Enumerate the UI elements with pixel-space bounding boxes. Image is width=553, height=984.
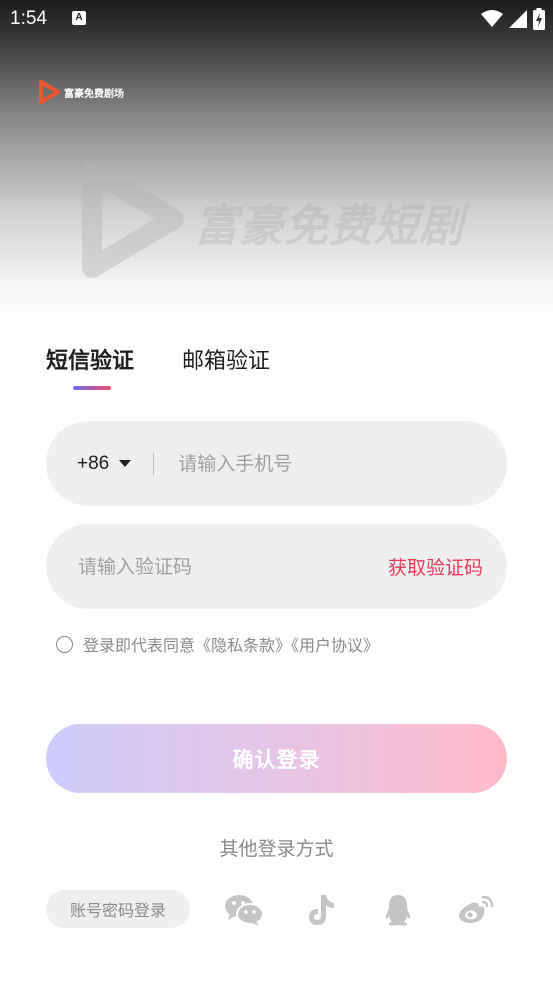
field-divider <box>153 452 155 475</box>
play-watermark-icon <box>82 160 184 278</box>
play-logo-icon <box>39 80 60 104</box>
wechat-icon <box>225 895 264 926</box>
status-icons <box>481 8 545 30</box>
brand-logo-small: 富豪免费剧场 <box>38 80 124 104</box>
accessibility-notification-icon: A <box>72 11 86 25</box>
other-login-title: 其他登录方式 <box>219 838 334 860</box>
status-bar: 1:54 A <box>0 0 553 38</box>
qq-login-button[interactable] <box>378 890 418 930</box>
signal-icon <box>509 10 527 28</box>
phone-input[interactable] <box>178 452 507 475</box>
phone-field: +86 <box>46 421 507 506</box>
tiktok-icon <box>309 895 334 925</box>
weibo-icon <box>459 895 494 923</box>
agreement-text[interactable]: 登录即代表同意《隐私条款》《用户协议》 <box>83 632 379 656</box>
verify-tabs: 短信验证 邮箱验证 <box>46 343 270 375</box>
tab-email-verify[interactable]: 邮箱验证 <box>182 343 270 375</box>
weibo-login-button[interactable] <box>456 890 496 930</box>
tiktok-login-button[interactable] <box>301 890 341 930</box>
watermark-text: 富豪免费短剧 <box>194 201 464 252</box>
country-code: +86 <box>77 452 110 474</box>
confirm-login-button[interactable]: 确认登录 <box>46 724 507 793</box>
brand-watermark: 富豪免费短剧 <box>78 158 463 280</box>
tab-sms-verify[interactable]: 短信验证 <box>46 343 134 375</box>
get-code-button[interactable]: 获取验证码 <box>388 553 483 580</box>
country-code-selector[interactable]: +86 <box>77 452 132 475</box>
tab-active-indicator <box>73 386 111 390</box>
status-time: 1:54 <box>10 8 47 29</box>
qq-icon <box>385 895 411 926</box>
code-field: 获取验证码 <box>46 524 507 609</box>
brand-name: 富豪免费剧场 <box>64 88 124 100</box>
battery-icon <box>533 8 545 30</box>
wifi-icon <box>481 10 503 27</box>
agreement-radio[interactable] <box>56 635 73 653</box>
password-login-button[interactable]: 账号密码登录 <box>46 890 190 928</box>
caret-down-icon <box>119 460 132 467</box>
agreement-row: 登录即代表同意《隐私条款》《用户协议》 <box>56 632 379 656</box>
verification-code-input[interactable] <box>78 555 388 578</box>
wechat-login-button[interactable] <box>224 890 264 930</box>
